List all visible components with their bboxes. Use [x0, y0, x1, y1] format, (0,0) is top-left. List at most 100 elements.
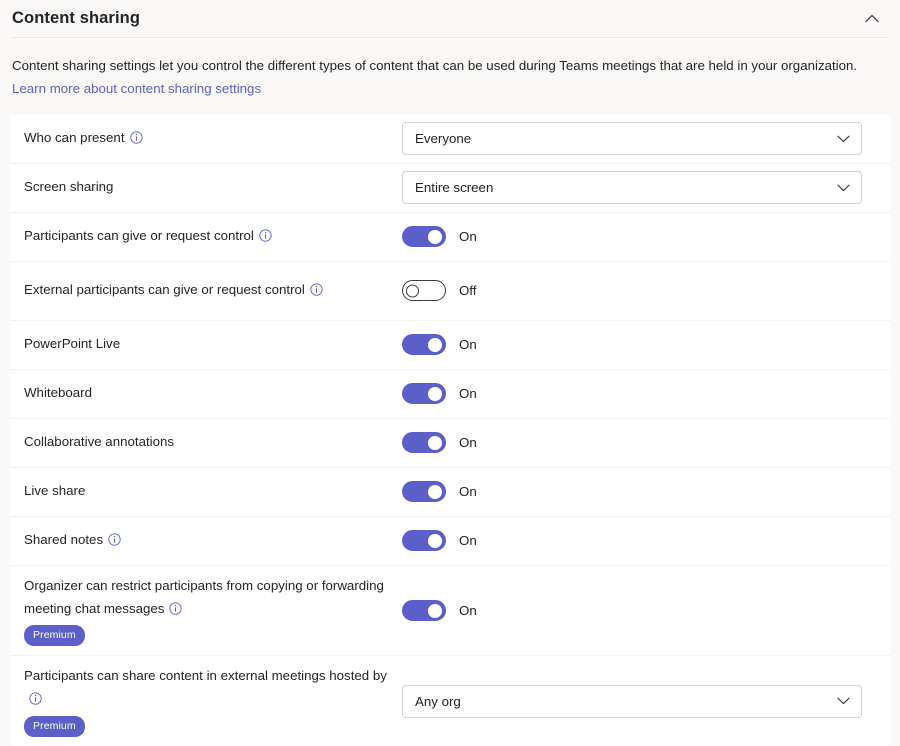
- badge-wrapper: Premium: [24, 711, 402, 737]
- toggle-state-label: On: [459, 386, 477, 402]
- premium-badge: Premium: [24, 625, 85, 646]
- label-text: Shared notes: [24, 532, 104, 548]
- badge-wrapper: Premium: [24, 620, 402, 646]
- setting-control-organizer-can-restrict-copying-forwarding: On: [402, 600, 874, 621]
- setting-label-participants-can-give-or-request-control: Participants can give or request control: [24, 216, 402, 257]
- section-header: Content sharing: [0, 0, 900, 37]
- setting-control-external-participants-can-give-or-request-control: Off: [402, 280, 874, 302]
- setting-row-external-participants-can-give-or-request-control: External participants can give or reques…: [10, 261, 890, 321]
- info-icon[interactable]: [29, 692, 42, 705]
- setting-row-screen-sharing: Screen sharing Entire screen: [10, 163, 890, 213]
- setting-control-who-can-present: Everyone: [402, 122, 874, 156]
- label-text: Whiteboard: [24, 385, 92, 401]
- setting-control-screen-sharing: Entire screen: [402, 171, 874, 205]
- toggle-wrapper: Off: [402, 280, 477, 302]
- toggle-knob: [428, 603, 442, 618]
- setting-label-collaborative-annotations: Collaborative annotations: [24, 422, 402, 463]
- setting-label-whiteboard: Whiteboard: [24, 373, 402, 414]
- setting-control-participants-can-give-or-request-control: On: [402, 226, 874, 248]
- toggle-external-participants-can-give-or-request-control[interactable]: [402, 280, 446, 302]
- toggle-wrapper: On: [402, 432, 477, 454]
- dropdown-participants-can-share-content-in-external-meetings[interactable]: Any org: [402, 684, 862, 718]
- setting-label-who-can-present: Who can present: [24, 118, 402, 159]
- setting-label-participants-can-share-content-in-external-meetings: Participants can share content in extern…: [24, 656, 402, 746]
- setting-label-powerpoint-live: PowerPoint Live: [24, 324, 402, 365]
- toggle-wrapper: On: [402, 334, 477, 356]
- toggle-knob: [428, 435, 442, 450]
- info-icon[interactable]: [310, 283, 323, 296]
- toggle-state-label: On: [459, 435, 477, 451]
- setting-label-organizer-can-restrict-copying-forwarding: Organizer can restrict participants from…: [24, 566, 402, 656]
- label-text: Screen sharing: [24, 179, 114, 195]
- chevron-down-icon: [837, 135, 850, 143]
- setting-row-participants-can-share-content-in-external-meetings: Participants can share content in extern…: [10, 656, 890, 746]
- toggle-knob: [406, 284, 419, 298]
- setting-control-shared-notes: On: [402, 530, 874, 552]
- toggle-wrapper: On: [402, 226, 477, 248]
- setting-label-external-participants-can-give-or-request-control: External participants can give or reques…: [24, 270, 402, 311]
- toggle-shared-notes[interactable]: [402, 530, 446, 552]
- toggle-knob: [428, 386, 442, 401]
- toggle-state-label: Off: [459, 283, 477, 299]
- label-text: External participants can give or reques…: [24, 282, 305, 298]
- toggle-whiteboard[interactable]: [402, 383, 446, 405]
- label-text: Collaborative annotations: [24, 434, 175, 450]
- setting-row-live-share: Live share On: [10, 467, 890, 517]
- toggle-live-share[interactable]: [402, 481, 446, 503]
- setting-row-organizer-can-restrict-copying-forwarding: Organizer can restrict participants from…: [10, 565, 890, 657]
- dropdown-selected-value: Everyone: [415, 131, 472, 147]
- dropdown-screen-sharing[interactable]: Entire screen: [402, 171, 862, 205]
- dropdown-selected-value: Any org: [415, 693, 461, 709]
- setting-label-screen-sharing: Screen sharing: [24, 167, 402, 208]
- setting-row-collaborative-annotations: Collaborative annotations On: [10, 418, 890, 468]
- toggle-wrapper: On: [402, 383, 477, 405]
- toggle-collaborative-annotations[interactable]: [402, 432, 446, 454]
- toggle-state-label: On: [459, 602, 477, 618]
- toggle-organizer-can-restrict-copying-forwarding[interactable]: [402, 600, 446, 621]
- description-text: Content sharing settings let you control…: [12, 58, 858, 73]
- setting-row-who-can-present: Who can present Everyone: [10, 114, 890, 164]
- toggle-state-label: On: [459, 484, 477, 500]
- toggle-wrapper: On: [402, 481, 477, 503]
- dropdown-selected-value: Entire screen: [415, 180, 494, 196]
- toggle-wrapper: On: [402, 600, 477, 621]
- setting-label-live-share: Live share: [24, 471, 402, 512]
- info-icon[interactable]: [259, 229, 272, 242]
- chevron-up-icon: [865, 14, 879, 23]
- toggle-knob: [428, 337, 442, 352]
- setting-row-powerpoint-live: PowerPoint Live On: [10, 320, 890, 370]
- toggle-state-label: On: [459, 533, 477, 549]
- chevron-down-icon: [837, 697, 850, 705]
- info-icon[interactable]: [169, 601, 183, 615]
- content-sharing-settings-page: Content sharing Content sharing settings…: [0, 0, 900, 746]
- label-text: Who can present: [24, 130, 125, 146]
- dropdown-who-can-present[interactable]: Everyone: [402, 122, 862, 156]
- toggle-state-label: On: [459, 229, 477, 245]
- info-icon[interactable]: [108, 533, 121, 546]
- collapse-section-button[interactable]: [858, 5, 886, 33]
- page-title: Content sharing: [12, 9, 140, 28]
- info-icon[interactable]: [129, 131, 143, 144]
- label-text: Participants can share content in extern…: [24, 668, 387, 684]
- setting-control-powerpoint-live: On: [402, 334, 874, 356]
- setting-control-whiteboard: On: [402, 383, 874, 405]
- chevron-down-icon: [837, 184, 850, 192]
- label-text: Live share: [24, 483, 86, 499]
- toggle-state-label: On: [459, 337, 477, 353]
- toggle-participants-can-give-or-request-control[interactable]: [402, 226, 446, 248]
- label-text: PowerPoint Live: [24, 336, 121, 352]
- setting-row-participants-can-give-or-request-control: Participants can give or request control…: [10, 212, 890, 262]
- toggle-knob: [428, 229, 442, 244]
- premium-badge: Premium: [24, 716, 85, 737]
- toggle-knob: [428, 484, 442, 499]
- learn-more-link[interactable]: Learn more about content sharing setting…: [12, 81, 261, 96]
- setting-row-whiteboard: Whiteboard On: [10, 369, 890, 419]
- setting-control-participants-can-share-content-in-external-meetings: Any org: [402, 684, 874, 718]
- toggle-powerpoint-live[interactable]: [402, 334, 446, 356]
- settings-card: Who can present Everyone Screen sharing Ent…: [10, 114, 890, 746]
- setting-control-collaborative-annotations: On: [402, 432, 874, 454]
- section-description: Content sharing settings let you control…: [0, 38, 900, 115]
- toggle-knob: [428, 533, 442, 548]
- setting-control-live-share: On: [402, 481, 874, 503]
- label-text: Organizer can restrict participants from…: [24, 577, 384, 616]
